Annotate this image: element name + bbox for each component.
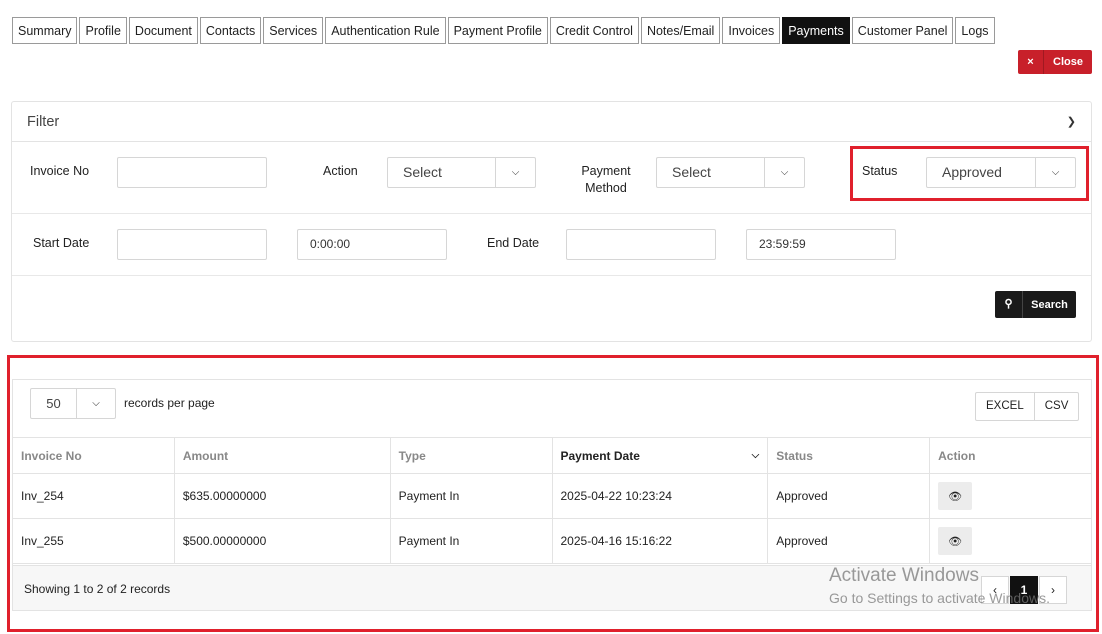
cell-invoice-no: Inv_254	[12, 473, 175, 519]
tab-credit-control[interactable]: Credit Control	[549, 17, 639, 44]
tab-bar: Summary Profile Document Contacts Servic…	[12, 17, 995, 44]
close-button[interactable]: × Close	[1018, 50, 1092, 74]
eye-icon: 👁	[948, 535, 963, 548]
tab-notes-email[interactable]: Notes/Email	[640, 17, 721, 44]
sort-desc-icon: ⌵	[751, 450, 760, 461]
close-button-label: Close	[1053, 56, 1083, 68]
end-date-input[interactable]	[566, 229, 716, 260]
cell-invoice-no: Inv_255	[12, 518, 175, 564]
cell-type: Payment In	[389, 518, 553, 564]
status-select[interactable]: Approved ⌵	[926, 157, 1076, 188]
tab-summary[interactable]: Summary	[12, 17, 78, 44]
chevron-down-icon[interactable]: ⌵	[76, 389, 115, 418]
status-select-value: Approved	[942, 164, 1002, 180]
end-date-label: End Date	[487, 236, 540, 250]
table-row: Inv_255 $500.00000000 Payment In 2025-04…	[12, 518, 1092, 564]
cell-type: Payment In	[389, 473, 553, 519]
search-icon: ⚲	[995, 291, 1023, 318]
column-header-amount[interactable]: Amount	[173, 437, 391, 474]
tab-logs[interactable]: Logs	[955, 17, 995, 44]
search-button-label: Search	[1031, 298, 1068, 311]
watermark-line-2: Go to Settings to activate Windows.	[829, 590, 1050, 606]
cell-status: Approved	[767, 518, 931, 564]
invoice-no-input[interactable]	[117, 157, 267, 188]
cell-amount: $500.00000000	[173, 518, 391, 564]
payment-method-select-value: Select	[672, 164, 711, 180]
windows-activation-watermark: Activate Windows Go to Settings to activ…	[829, 565, 1050, 606]
cell-status: Approved	[767, 473, 931, 519]
excel-button[interactable]: EXCEL	[976, 393, 1034, 420]
filter-header[interactable]: Filter ❯	[12, 102, 1091, 142]
start-date-label: Start Date	[33, 236, 90, 250]
chevron-down-icon[interactable]: ❯	[1067, 115, 1076, 128]
column-header-type[interactable]: Type	[389, 437, 553, 474]
column-header-status[interactable]: Status	[767, 437, 931, 474]
cell-action: 👁	[929, 518, 1092, 564]
chevron-down-icon[interactable]: ⌵	[764, 158, 804, 187]
column-header-invoice-no[interactable]: Invoice No	[12, 437, 175, 474]
tab-services[interactable]: Services	[263, 17, 324, 44]
action-label: Action	[323, 164, 358, 178]
search-button[interactable]: ⚲ Search	[995, 291, 1076, 318]
cell-payment-date: 2025-04-16 15:16:22	[551, 518, 769, 564]
csv-button[interactable]: CSV	[1033, 393, 1079, 420]
showing-records-text: Showing 1 to 2 of 2 records	[24, 582, 171, 596]
export-buttons: EXCEL CSV	[975, 392, 1080, 421]
payment-method-label: Payment Method	[581, 164, 631, 195]
records-per-page-value: 50	[46, 396, 61, 411]
tab-payment-profile[interactable]: Payment Profile	[447, 17, 548, 44]
eye-icon: 👁	[948, 490, 963, 503]
tab-document[interactable]: Document	[128, 17, 198, 44]
invoice-no-label: Invoice No	[30, 164, 90, 178]
chevron-down-icon[interactable]: ⌵	[1035, 158, 1075, 187]
end-time-input[interactable]: 23:59:59	[746, 229, 896, 260]
filter-panel: Filter ❯	[11, 101, 1092, 342]
table-row: Inv_254 $635.00000000 Payment In 2025-04…	[12, 473, 1092, 519]
payment-method-select[interactable]: Select ⌵	[656, 157, 805, 188]
start-time-input[interactable]: 0:00:00	[297, 229, 447, 260]
watermark-line-1: Activate Windows	[829, 565, 979, 586]
close-icon: ×	[1018, 50, 1044, 74]
payments-table: Invoice No Amount Type Payment Date ⌵ Sta…	[12, 437, 1092, 564]
action-select[interactable]: Select ⌵	[387, 157, 536, 188]
cell-payment-date: 2025-04-22 10:23:24	[551, 473, 769, 519]
tab-authentication-rule[interactable]: Authentication Rule	[325, 17, 446, 44]
start-date-input[interactable]	[117, 229, 267, 260]
column-header-action: Action	[929, 437, 1092, 474]
filter-title: Filter	[27, 113, 60, 130]
view-button[interactable]: 👁	[938, 482, 973, 510]
tab-profile[interactable]: Profile	[79, 17, 127, 44]
column-header-payment-date[interactable]: Payment Date ⌵	[551, 437, 769, 474]
view-button[interactable]: 👁	[938, 527, 973, 555]
cell-action: 👁	[929, 473, 1092, 519]
status-label: Status	[862, 164, 898, 178]
tab-contacts[interactable]: Contacts	[199, 17, 262, 44]
chevron-down-icon[interactable]: ⌵	[495, 158, 535, 187]
tab-customer-panel[interactable]: Customer Panel	[851, 17, 954, 44]
cell-amount: $635.00000000	[173, 473, 391, 519]
tab-invoices[interactable]: Invoices	[722, 17, 781, 44]
action-select-value: Select	[403, 164, 442, 180]
records-per-page-label: records per page	[124, 396, 215, 410]
records-per-page-select[interactable]: 50 ⌵	[30, 388, 116, 419]
tab-payments[interactable]: Payments	[782, 17, 850, 44]
